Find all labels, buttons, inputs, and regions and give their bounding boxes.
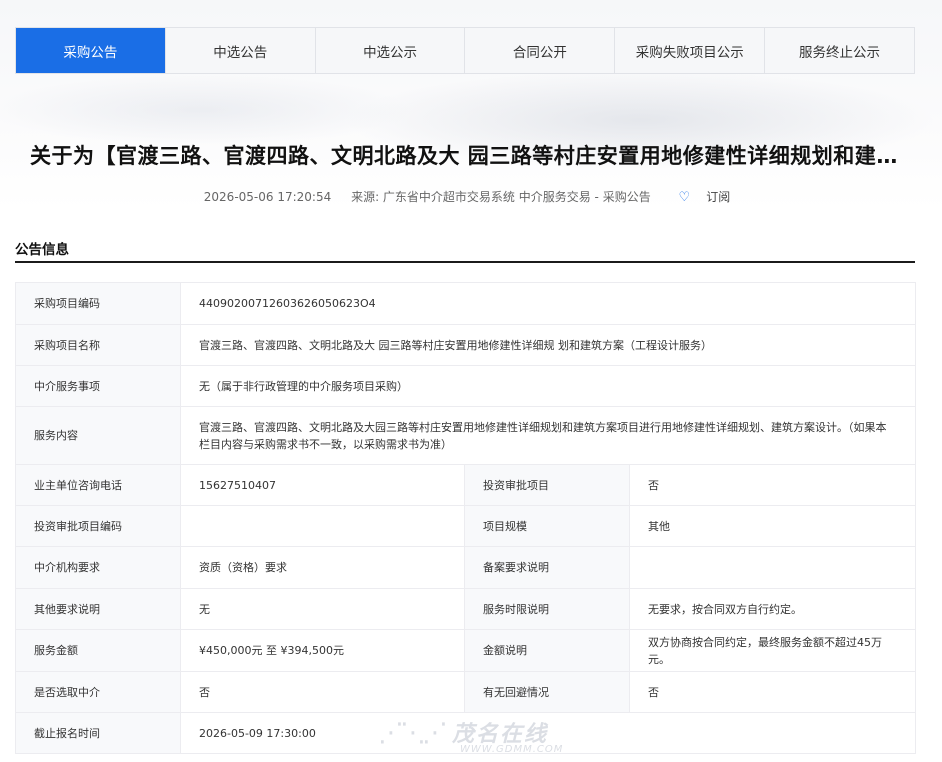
row-label: 有无回避情况 — [464, 671, 630, 713]
tab-selection-notice[interactable]: 中选公告 — [166, 28, 316, 73]
watermark-logo-icon: ⋰⋱⋰ — [378, 718, 448, 748]
notice-tabs: 采购公告 中选公告 中选公示 合同公开 采购失败项目公示 服务终止公示 — [15, 27, 915, 74]
notice-info-table: 采购项目编码 44090200712603626050623O4 采购项目名称 … — [15, 282, 917, 754]
filing-req-value — [628, 546, 917, 589]
notice-meta: 2026-05-06 17:20:54 来源: 广东省中介超市交易系统 中介服务… — [0, 188, 942, 205]
subscribe-label: 订阅 — [706, 190, 731, 204]
table-row: 服务金额 ¥450,000元 至 ¥394,500元 金额说明 双方协商按合同约… — [15, 629, 917, 672]
row-label: 中介服务事项 — [15, 365, 181, 407]
tab-selection-publicity[interactable]: 中选公示 — [316, 28, 466, 73]
row-label: 服务内容 — [15, 406, 181, 465]
row-label: 服务金额 — [15, 629, 181, 672]
watermark-url: WWW.GDMM.COM — [460, 744, 564, 755]
notice-source: 来源: 广东省中介超市交易系统 中介服务交易 - 采购公告 — [351, 190, 651, 204]
project-scale-value: 其他 — [628, 505, 917, 547]
service-item-value: 无（属于非行政管理的中介服务项目采购） — [179, 365, 917, 407]
page-title: 关于为【官渡三路、官渡四路、文明北路及大 园三路等村庄安置用地修建性详细规划和建… — [30, 144, 942, 168]
tab-service-termination[interactable]: 服务终止公示 — [765, 28, 914, 73]
table-row: 服务内容 官渡三路、官渡四路、文明北路及大园三路等村庄安置用地修建性详细规划和建… — [15, 406, 917, 465]
agency-req-value: 资质（资格）要求 — [180, 546, 465, 589]
random-select-value: 否 — [180, 671, 465, 713]
invest-code-value — [180, 505, 465, 547]
tab-contract-disclosure[interactable]: 合同公开 — [465, 28, 616, 73]
tab-failed-procurement[interactable]: 采购失败项目公示 — [615, 28, 766, 73]
row-label: 投资审批项目编码 — [15, 505, 181, 547]
subscribe-button[interactable]: ♡ 订阅 — [671, 190, 739, 205]
avoidance-value: 否 — [628, 671, 917, 713]
table-row: 采购项目编码 44090200712603626050623O4 — [15, 282, 917, 325]
row-label: 是否选取中介 — [15, 671, 181, 713]
project-name-value: 官渡三路、官渡四路、文明北路及大 园三路等村庄安置用地修建性详细规 划和建筑方案… — [179, 324, 917, 366]
amount-value: ¥450,000元 至 ¥394,500元 — [180, 629, 465, 672]
tab-procurement-notice[interactable]: 采购公告 — [16, 28, 166, 73]
heart-icon: ♡ — [678, 190, 691, 205]
service-content-value: 官渡三路、官渡四路、文明北路及大园三路等村庄安置用地修建性详细规划和建筑方案项目… — [179, 406, 917, 465]
row-label: 业主单位咨询电话 — [15, 464, 181, 506]
row-label: 采购项目编码 — [15, 282, 181, 325]
site-watermark: ⋰⋱⋰ 茂名在线 WWW.GDMM.COM — [378, 714, 578, 758]
invest-approval-value: 否 — [628, 464, 917, 506]
row-label: 备案要求说明 — [464, 546, 630, 589]
publish-datetime: 2026-05-06 17:20:54 — [203, 190, 332, 204]
row-label: 其他要求说明 — [15, 588, 181, 630]
other-req-value: 无 — [180, 588, 465, 630]
project-code-value: 44090200712603626050623O4 — [179, 282, 917, 325]
table-row: 中介机构要求 资质（资格）要求 备案要求说明 — [15, 546, 917, 589]
row-label: 项目规模 — [464, 505, 630, 547]
section-divider — [15, 261, 915, 263]
row-label: 截止报名时间 — [15, 712, 181, 754]
table-row: 是否选取中介 否 有无回避情况 否 — [15, 671, 917, 713]
row-label: 中介机构要求 — [15, 546, 181, 589]
table-row: 中介服务事项 无（属于非行政管理的中介服务项目采购） — [15, 365, 917, 407]
section-title: 公告信息 — [15, 242, 69, 258]
row-label: 服务时限说明 — [464, 588, 630, 630]
table-row: 其他要求说明 无 服务时限说明 无要求，按合同双方自行约定。 — [15, 588, 917, 630]
row-label: 金额说明 — [464, 629, 630, 672]
time-limit-value: 无要求，按合同双方自行约定。 — [628, 588, 917, 630]
table-row: 业主单位咨询电话 15627510407 投资审批项目 否 — [15, 464, 917, 506]
row-label: 采购项目名称 — [15, 324, 181, 366]
amount-note-value: 双方协商按合同约定，最终服务金额不超过45万元。 — [628, 629, 917, 672]
table-row: 投资审批项目编码 项目规模 其他 — [15, 505, 917, 547]
table-row: 采购项目名称 官渡三路、官渡四路、文明北路及大 园三路等村庄安置用地修建性详细规… — [15, 324, 917, 366]
row-label: 投资审批项目 — [464, 464, 630, 506]
phone-value: 15627510407 — [180, 464, 465, 506]
